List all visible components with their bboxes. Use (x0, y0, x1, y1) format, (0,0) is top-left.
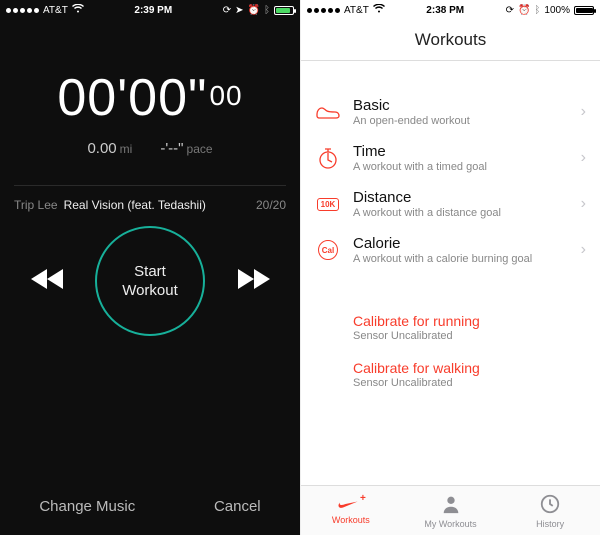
row-basic[interactable]: BasicAn open-ended workout › (301, 89, 600, 135)
row-time[interactable]: TimeA workout with a timed goal › (301, 135, 600, 181)
battery-pct: 100% (544, 5, 570, 16)
start-workout-button[interactable]: Start Workout (95, 226, 205, 336)
battery-icon (574, 6, 594, 15)
track-count: 20/20 (256, 198, 286, 212)
distance-badge-icon: 10K (315, 198, 341, 211)
carrier-label: AT&T (344, 5, 369, 16)
tab-my-workouts[interactable]: My Workouts (401, 486, 501, 535)
calibrate-walking[interactable]: Calibrate for walking Sensor Uncalibrate… (301, 354, 600, 391)
wifi-icon (373, 4, 385, 16)
row-title: Distance (353, 189, 569, 206)
row-title: Basic (353, 97, 569, 114)
tab-label: My Workouts (424, 519, 476, 529)
distance-metric: 0.00 mi (87, 140, 132, 157)
player-controls: Start Workout (0, 226, 300, 336)
bluetooth-icon: ᛒ (534, 5, 540, 16)
workout-types-list: BasicAn open-ended workout › TimeA worko… (301, 89, 600, 273)
calorie-badge-icon: Cal (315, 240, 341, 260)
clock-label: 2:38 PM (426, 5, 464, 16)
calibrate-subtitle: Sensor Uncalibrated (353, 330, 586, 342)
track-title: Real Vision (feat. Tedashii) (64, 198, 206, 212)
row-title: Calorie (353, 235, 569, 252)
battery-icon (274, 6, 294, 15)
tab-label: History (536, 519, 564, 529)
workouts-list-screen: AT&T 2:38 PM ⟳ ⏰ ᛒ 100% Workouts BasicAn… (300, 0, 600, 535)
location-icon: ➤ (235, 5, 243, 16)
bottom-actions: Change Music Cancel (0, 498, 300, 515)
distance-value: 0.00 (87, 140, 116, 157)
start-workout-label: Start Workout (122, 262, 178, 301)
cancel-button[interactable]: Cancel (214, 498, 261, 515)
row-subtitle: A workout with a distance goal (353, 207, 569, 219)
stopwatch-icon (315, 147, 341, 169)
workout-run-screen: AT&T 2:39 PM ⟳ ➤ ⏰ ᛒ 00'00"00 0.00 mi -'-… (0, 0, 300, 535)
tab-label: Workouts (332, 515, 370, 525)
person-icon (440, 493, 462, 517)
swoosh-icon: + (338, 497, 364, 513)
track-artist: Trip Lee (14, 198, 58, 212)
row-distance[interactable]: 10K DistanceA workout with a distance go… (301, 181, 600, 227)
wifi-icon (72, 4, 84, 16)
timer-main: 00'00" (57, 69, 207, 127)
clock-icon (539, 493, 561, 517)
alarm-icon: ⏰ (248, 5, 260, 16)
timer-display: 00'00"00 (0, 72, 300, 124)
signal-dots-icon (307, 8, 340, 13)
calibrate-title: Calibrate for walking (353, 360, 586, 376)
metrics-row: 0.00 mi -'--" pace (0, 140, 300, 157)
alarm-icon: ⏰ (518, 5, 530, 16)
status-bar-left: AT&T 2:39 PM ⟳ ➤ ⏰ ᛒ (0, 0, 300, 20)
tab-workouts[interactable]: + Workouts (301, 486, 401, 535)
tab-bar: + Workouts My Workouts History (301, 485, 600, 535)
row-subtitle: A workout with a calorie burning goal (353, 253, 569, 265)
row-calorie[interactable]: Cal CalorieA workout with a calorie burn… (301, 227, 600, 273)
chevron-right-icon: › (581, 103, 586, 121)
row-subtitle: A workout with a timed goal (353, 161, 569, 173)
rewind-button[interactable] (31, 269, 65, 294)
row-subtitle: An open-ended workout (353, 115, 569, 127)
chevron-right-icon: › (581, 195, 586, 213)
now-playing[interactable]: Trip Lee Real Vision (feat. Tedashii) 20/… (0, 186, 300, 216)
timer-sub: 00 (209, 80, 242, 111)
status-bar-right: AT&T 2:38 PM ⟳ ⏰ ᛒ 100% (301, 0, 600, 20)
calibrate-running[interactable]: Calibrate for running Sensor Uncalibrate… (301, 307, 600, 344)
clock-label: 2:39 PM (134, 5, 172, 16)
calibrate-title: Calibrate for running (353, 313, 586, 329)
pace-value: -'--" (160, 140, 183, 157)
change-music-button[interactable]: Change Music (39, 498, 135, 515)
calibrate-subtitle: Sensor Uncalibrated (353, 377, 586, 389)
carrier-label: AT&T (43, 5, 68, 16)
rotation-lock-icon: ⟳ (223, 5, 231, 16)
chevron-right-icon: › (581, 241, 586, 259)
tab-history[interactable]: History (500, 486, 600, 535)
page-title: Workouts (301, 20, 600, 61)
row-title: Time (353, 143, 569, 160)
pace-metric: -'--" pace (160, 140, 212, 157)
pace-unit: pace (187, 142, 213, 156)
forward-button[interactable] (236, 269, 270, 294)
bluetooth-icon: ᛒ (264, 5, 270, 16)
signal-dots-icon (6, 8, 39, 13)
chevron-right-icon: › (581, 149, 586, 167)
shoe-icon (315, 105, 341, 119)
distance-unit: mi (120, 142, 133, 156)
rotation-lock-icon: ⟳ (506, 5, 514, 16)
